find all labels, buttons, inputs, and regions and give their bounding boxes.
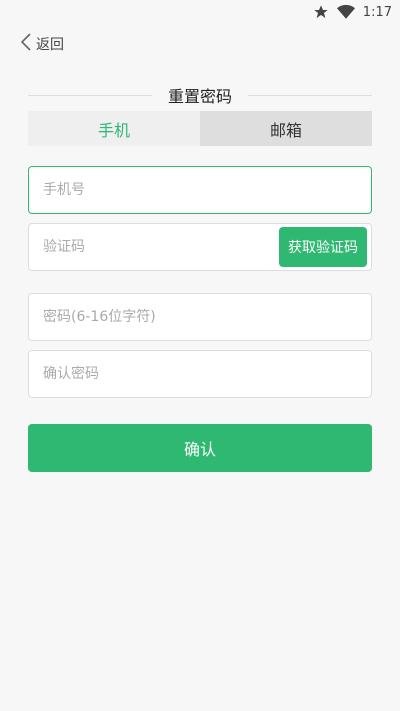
status-time: 1:17 (362, 4, 392, 20)
password-field-wrapper (28, 293, 372, 341)
confirm-password-field-wrapper (28, 350, 372, 398)
get-code-button[interactable]: 获取验证码 (279, 227, 367, 267)
page-title: 重置密码 (168, 87, 233, 106)
status-bar: 1:17 (0, 0, 400, 24)
phone-input[interactable] (29, 166, 371, 214)
back-button[interactable]: 返回 (20, 32, 64, 56)
code-field-wrapper: 获取验证码 (28, 223, 372, 271)
title-divider-left (28, 94, 152, 96)
chevron-left-icon (20, 32, 32, 56)
confirm-password-input[interactable] (29, 350, 371, 398)
phone-field-wrapper (28, 166, 372, 214)
title-row: 重置密码 (28, 84, 373, 106)
method-tabs: 手机 邮箱 (28, 111, 372, 146)
tab-email[interactable]: 邮箱 (200, 111, 372, 146)
wifi-icon (336, 4, 355, 20)
back-label: 返回 (36, 37, 64, 53)
star-icon (313, 4, 329, 20)
password-input[interactable] (29, 293, 371, 341)
confirm-button[interactable]: 确认 (28, 424, 372, 472)
tab-phone[interactable]: 手机 (28, 111, 200, 146)
code-input[interactable] (29, 223, 279, 271)
title-divider-right (248, 94, 373, 96)
